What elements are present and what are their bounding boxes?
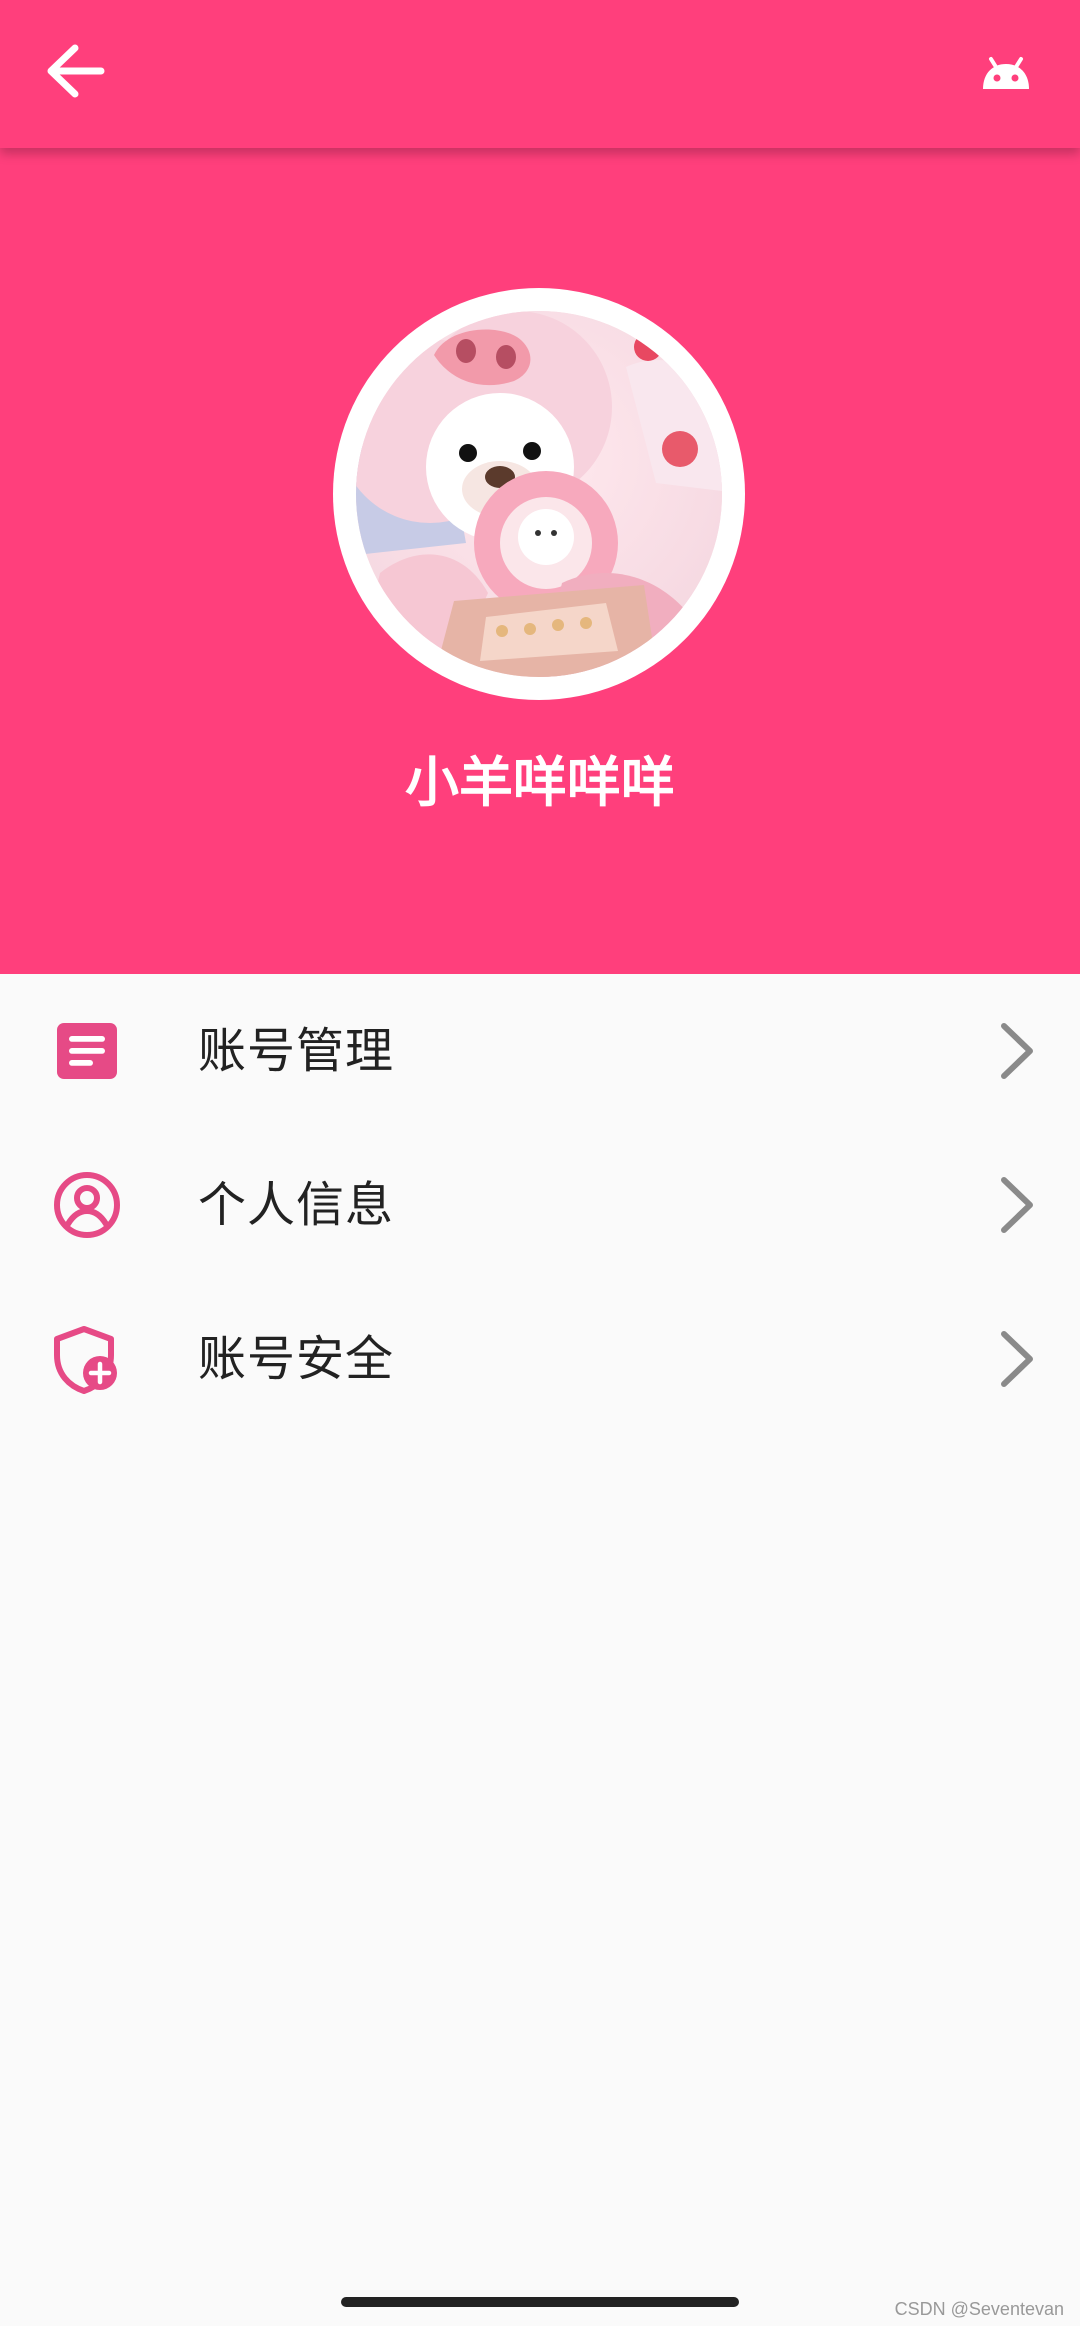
chevron-right-icon — [990, 1329, 1044, 1389]
menu-item-account-security[interactable]: 账号安全 — [0, 1282, 1080, 1436]
app-bar — [0, 0, 1080, 148]
chevron-right-icon — [990, 1175, 1044, 1235]
avatar-photo — [356, 311, 722, 677]
avatar-ring — [333, 288, 745, 700]
shield-plus-icon — [50, 1322, 124, 1396]
menu-item-label: 账号安全 — [198, 1331, 395, 1387]
user-circle-icon — [50, 1168, 124, 1242]
menu-item-personal-info[interactable]: 个人信息 — [0, 1128, 1080, 1282]
profile-header: 小羊咩咩咩 — [0, 148, 1080, 974]
android-icon — [983, 57, 1029, 89]
home-indicator — [341, 2297, 739, 2307]
back-button[interactable] — [36, 36, 116, 106]
profile-screen: 小羊咩咩咩 账号管理 个人信息 账号安全 CSDN @Seventevan — [0, 0, 1080, 2326]
menu-item-label: 个人信息 — [198, 1177, 395, 1233]
settings-menu: 账号管理 个人信息 账号安全 — [0, 974, 1080, 1436]
menu-item-account-management[interactable]: 账号管理 — [0, 974, 1080, 1128]
android-button[interactable] — [966, 44, 1046, 104]
avatar[interactable] — [356, 311, 722, 677]
menu-item-label: 账号管理 — [198, 1023, 395, 1079]
username: 小羊咩咩咩 — [405, 751, 675, 814]
arrow-left-icon — [47, 44, 105, 98]
watermark: CSDN @Seventevan — [894, 2299, 1064, 2319]
document-icon — [50, 1014, 124, 1088]
chevron-right-icon — [990, 1021, 1044, 1081]
